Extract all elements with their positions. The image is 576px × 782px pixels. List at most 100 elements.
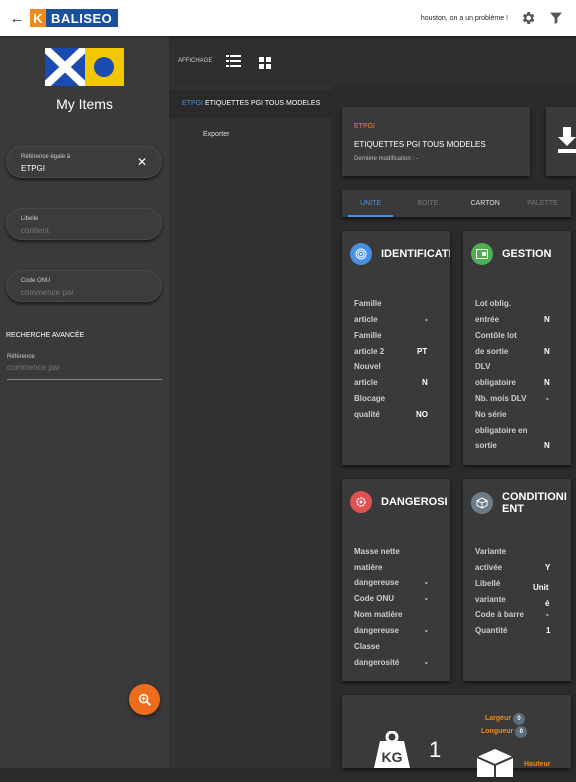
tab-boite[interactable]: BOITE [399, 190, 456, 217]
row-label: Libellé variante [475, 579, 506, 604]
section-title: GESTION [502, 248, 552, 260]
dimensions-card: KG 1 Largeur 0 Longueur 0 Hauteur [342, 695, 571, 777]
row-value: PT [417, 347, 428, 356]
item-code: ETPGI [354, 123, 376, 130]
logo-mark: K [30, 9, 46, 27]
svg-text:KG: KG [382, 749, 403, 765]
row-label: Contôle lot de sortie [475, 331, 517, 356]
baliseo-logo: K BALISEO [30, 9, 119, 27]
fingerprint-icon [350, 243, 372, 265]
export-link[interactable]: Exporter [203, 131, 229, 138]
section-title: DANGEROSI [381, 496, 448, 508]
search-zoom-icon [138, 693, 151, 706]
libelle-field[interactable]: Libellé contient [6, 208, 162, 240]
field-label: Référence [7, 354, 35, 360]
row-label: Code à barre [475, 610, 524, 619]
row-label: Famille article 2 [354, 331, 385, 356]
logo-text: BALISEO [51, 10, 113, 26]
left-filter-panel: My Items Référence égale à ETPGI ✕ Libel… [0, 36, 169, 768]
row-label: Blocage qualité [354, 394, 386, 419]
row-value: - [425, 658, 428, 667]
field-placeholder: commence par [21, 288, 74, 297]
code-onu-field[interactable]: Code ONU commence par [6, 270, 162, 302]
panel-title: My Items [56, 96, 113, 112]
row-value: - [546, 394, 549, 403]
row-value: 1 [546, 626, 551, 635]
row-label: Variante activée [475, 547, 507, 572]
field-label: Libellé [21, 216, 39, 222]
gear-icon[interactable] [520, 10, 536, 26]
grid-view-icon[interactable] [259, 56, 271, 74]
box-icon [475, 747, 515, 782]
row-label: Nom matière dangereuse [354, 610, 403, 635]
filter-icon[interactable] [548, 10, 564, 26]
top-app-bar: ← K BALISEO houston, on a un problème ! [0, 0, 576, 36]
reference-filter-chip[interactable]: Référence égale à ETPGI ✕ [6, 146, 162, 178]
row-label: Code ONU [354, 594, 394, 603]
row-value: N [544, 441, 550, 450]
row-label: Famille article [354, 299, 382, 324]
nav-item-selected[interactable]: ETPGI ETIQUETTES PGI TOUS MODELES [169, 90, 331, 118]
row-value: NO [416, 410, 428, 419]
row-label: Classe dangerosité [354, 642, 400, 667]
identification-card: IDENTIFICATI Famille article - Famille art… [342, 231, 450, 465]
row-label: No série obligatoire en sortie [475, 410, 528, 451]
longueur-label: Longueur 0 [481, 726, 528, 738]
dangerosite-card: DANGEROSI Masse nette matière dangereuse -… [342, 479, 450, 681]
row-label: Masse nette matière dangereuse [354, 547, 400, 588]
row-value: N [544, 315, 550, 324]
download-icon [558, 127, 576, 153]
tab-palette[interactable]: PALETTE [514, 190, 571, 217]
close-icon[interactable]: ✕ [137, 155, 147, 169]
weight-kg-icon: KG [372, 730, 412, 773]
row-value: Unit é [533, 583, 550, 608]
search-fab-button[interactable] [129, 684, 160, 715]
row-value: N [544, 378, 550, 387]
item-header-card: ETPGI ETIQUETTES PGI TOUS MODELES Derniè… [342, 107, 530, 176]
arrow-left-icon[interactable]: ← [8, 10, 26, 27]
nav-item-code: ETPGI [182, 100, 204, 107]
id-card-icon [471, 243, 493, 265]
row-label: Nouvel article [354, 362, 381, 387]
status-message: houston, on a un problème ! [420, 14, 508, 22]
row-value: - [425, 626, 428, 635]
field-placeholder: commence par [7, 363, 60, 372]
row-value: - [425, 594, 428, 603]
item-title: ETIQUETTES PGI TOUS MODELES [354, 140, 486, 149]
section-title: IDENTIFICATI [381, 248, 450, 260]
row-label: Lot oblig. entrée [475, 299, 511, 324]
flag-logo [45, 48, 124, 86]
gestion-card: GESTION Lot oblig. entrée N Contôle lot de… [463, 231, 571, 465]
conditionnement-card: CONDITIONI ENT Variante activée Y Libellé v… [463, 479, 571, 681]
nav-item-title: ETIQUETTES PGI TOUS MODELES [204, 100, 321, 107]
field-label: Référence égale à [21, 154, 71, 160]
row-value: - [546, 610, 549, 619]
weight-value: 1 [429, 737, 442, 762]
last-modified: Dernière modification : - [354, 156, 418, 162]
row-value: Y [545, 563, 551, 572]
row-value: - [425, 315, 428, 324]
packaging-tabs: UNITE BOITE CARTON PALETTE [342, 190, 571, 217]
row-value: N [422, 378, 428, 387]
download-button[interactable] [546, 107, 576, 176]
item-nav-column [169, 36, 331, 768]
field-placeholder: contient [21, 226, 50, 235]
reference-input[interactable]: Référence commence par [7, 354, 162, 380]
hauteur-label: Hauteur [524, 761, 551, 768]
row-value: N [544, 347, 550, 356]
list-view-icon[interactable] [226, 54, 241, 73]
hazard-gear-icon [350, 491, 372, 513]
row-value: - [425, 578, 428, 587]
tab-carton[interactable]: CARTON [457, 190, 514, 217]
row-label: Nb. mois DLV [475, 394, 527, 403]
tab-unite[interactable]: UNITE [342, 190, 399, 217]
package-icon [471, 492, 493, 514]
row-label: Quantité [475, 626, 508, 635]
largeur-label: Largeur 0 [485, 713, 526, 725]
row-label: DLV obligatoire [475, 362, 516, 387]
advanced-search-heading: RECHERCHE AVANCÉE [6, 332, 85, 339]
affichage-label: AFFICHAGE [178, 58, 213, 64]
section-title: CONDITIONI ENT [502, 491, 567, 515]
field-value: ETPGI [21, 164, 46, 173]
field-label: Code ONU [21, 278, 51, 284]
